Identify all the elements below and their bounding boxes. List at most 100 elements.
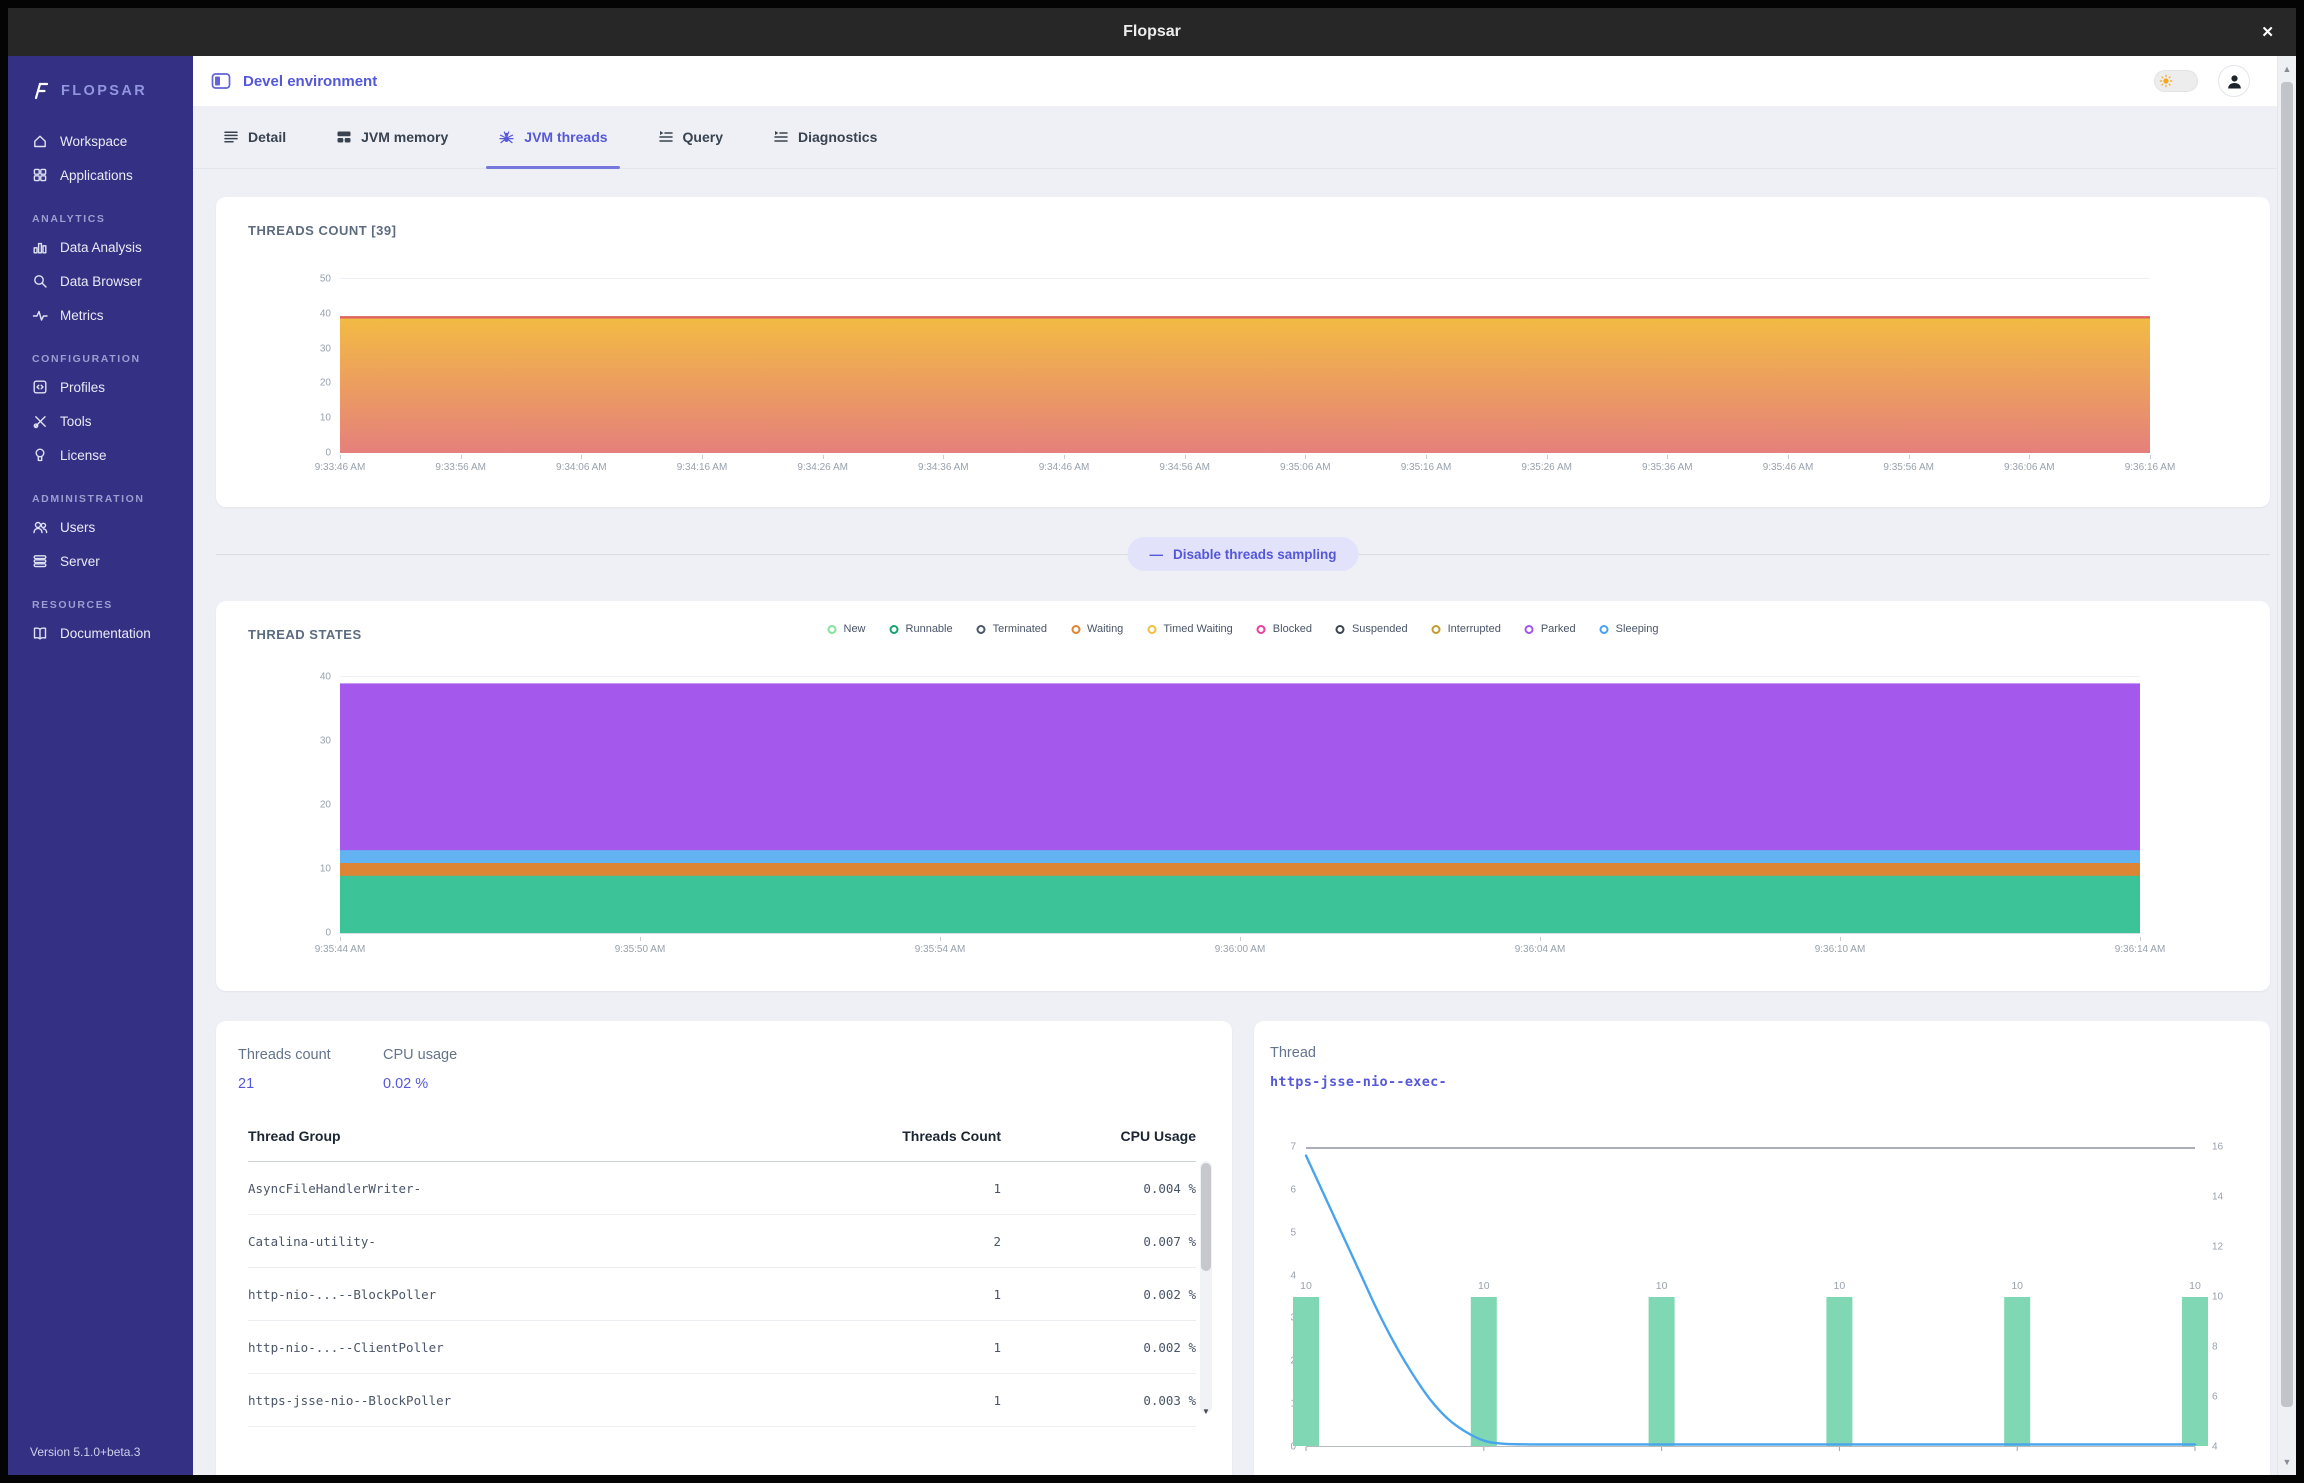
tools-icon bbox=[32, 413, 48, 429]
panel-toggle-icon[interactable] bbox=[211, 71, 231, 91]
table-scrollbar-thumb[interactable] bbox=[1201, 1163, 1211, 1271]
tab-query[interactable]: Query bbox=[658, 106, 723, 168]
diagnostics-list-icon bbox=[773, 129, 789, 145]
x-tick-label: 9:36:06 AM bbox=[2004, 462, 2055, 473]
table-row[interactable]: http-nio-...--BlockPoller 1 0.002 % bbox=[248, 1268, 1196, 1321]
legend-item-waiting[interactable]: Waiting bbox=[1071, 623, 1123, 635]
table-scroll-down-icon[interactable]: ▼ bbox=[1200, 1407, 1212, 1416]
close-icon[interactable]: ✕ bbox=[2261, 23, 2274, 41]
sidebar-item-license[interactable]: License bbox=[8, 438, 193, 472]
tab-bar: Detail JVM memory JVM threads Query Diag… bbox=[193, 106, 2296, 169]
y-tick-label: 40 bbox=[320, 308, 331, 319]
threads-count-cell: 1 bbox=[851, 1287, 1001, 1302]
tab-detail[interactable]: Detail bbox=[223, 106, 286, 168]
table-scrollbar[interactable] bbox=[1200, 1161, 1212, 1413]
thread-name[interactable]: https-jsse-nio--exec- bbox=[1270, 1074, 2270, 1090]
sidebar-item-data-browser[interactable]: Data Browser bbox=[8, 264, 193, 298]
legend-item-sleeping[interactable]: Sleeping bbox=[1600, 623, 1659, 635]
grid-icon bbox=[32, 167, 48, 183]
table-row[interactable]: http-nio-...--ClientPoller 1 0.002 % bbox=[248, 1321, 1196, 1374]
legend-item-suspended[interactable]: Suspended bbox=[1336, 623, 1408, 635]
thread-states-y-axis: 010203040 bbox=[216, 677, 333, 933]
sidebar-item-label: Tools bbox=[60, 414, 92, 429]
svg-text:10: 10 bbox=[2011, 1280, 2023, 1292]
x-tick-mark bbox=[1305, 455, 1306, 459]
legend-item-runnable[interactable]: Runnable bbox=[890, 623, 953, 635]
legend-label: Suspended bbox=[1352, 623, 1408, 635]
baseline bbox=[340, 933, 2140, 934]
y-tick-label: 20 bbox=[320, 800, 331, 811]
scroll-down-icon[interactable]: ▼ bbox=[2278, 1454, 2296, 1470]
sidebar-item-data-analysis[interactable]: Data Analysis bbox=[8, 230, 193, 264]
table-row[interactable]: https-jsse-nio--BlockPoller 1 0.003 % bbox=[248, 1374, 1196, 1427]
legend-item-parked[interactable]: Parked bbox=[1525, 623, 1576, 635]
x-tick-mark bbox=[2150, 455, 2151, 459]
sidebar-item-applications[interactable]: Applications bbox=[8, 158, 193, 192]
memory-icon bbox=[336, 129, 352, 145]
sidebar-item-users[interactable]: Users bbox=[8, 510, 193, 544]
y-tick-label: 14 bbox=[2212, 1192, 2223, 1203]
x-tick-label: 9:35:44 AM bbox=[315, 944, 366, 955]
legend-item-timed-waiting[interactable]: Timed Waiting bbox=[1147, 623, 1232, 635]
x-tick-label: 9:36:10 AM bbox=[1815, 944, 1866, 955]
threads-count-title: THREADS COUNT [39] bbox=[248, 223, 396, 238]
sidebar-item-label: Server bbox=[60, 554, 100, 569]
sidebar-item-workspace[interactable]: Workspace bbox=[8, 124, 193, 158]
x-tick-mark bbox=[1540, 937, 1541, 941]
legend-label: Runnable bbox=[906, 623, 953, 635]
theme-toggle[interactable] bbox=[2154, 70, 2198, 92]
x-tick-label: 9:34:16 AM bbox=[677, 462, 728, 473]
x-tick-label: 9:36:14 AM bbox=[2115, 944, 2166, 955]
sampling-row: — Disable threads sampling bbox=[216, 507, 2270, 601]
sidebar-item-server[interactable]: Server bbox=[8, 544, 193, 578]
sidebar-item-profiles[interactable]: Profiles bbox=[8, 370, 193, 404]
sidebar-item-documentation[interactable]: Documentation bbox=[8, 616, 193, 650]
legend-label: New bbox=[844, 623, 866, 635]
x-tick-mark bbox=[943, 455, 944, 459]
sidebar-section-configuration: CONFIGURATION bbox=[8, 332, 193, 370]
window-title: Flopsar bbox=[1123, 23, 1181, 41]
disable-threads-sampling-button[interactable]: — Disable threads sampling bbox=[1127, 537, 1358, 571]
main-area: Devel environment Detail JVM bbox=[193, 56, 2296, 1475]
x-tick-mark bbox=[1667, 455, 1668, 459]
user-avatar[interactable] bbox=[2218, 65, 2250, 97]
legend-item-terminated[interactable]: Terminated bbox=[977, 623, 1047, 635]
list-icon bbox=[223, 129, 239, 145]
sun-icon bbox=[2159, 74, 2173, 88]
cpu-usage-value: 0.02 % bbox=[383, 1076, 528, 1092]
x-tick-label: 9:35:54 AM bbox=[915, 944, 966, 955]
thread-group-cell: https-jsse-nio--BlockPoller bbox=[248, 1393, 851, 1408]
tab-jvm-threads[interactable]: JVM threads bbox=[498, 106, 607, 168]
tab-label: Detail bbox=[248, 129, 286, 145]
x-tick-label: 9:34:36 AM bbox=[918, 462, 969, 473]
table-row[interactable]: Catalina-utility- 2 0.007 % bbox=[248, 1215, 1196, 1268]
y-tick-label: 6 bbox=[1290, 1184, 1296, 1195]
sidebar-item-tools[interactable]: Tools bbox=[8, 404, 193, 438]
legend-ring bbox=[1600, 625, 1609, 634]
environment-title[interactable]: Devel environment bbox=[243, 73, 377, 90]
x-tick-label: 9:35:36 AM bbox=[1642, 462, 1693, 473]
legend-item-new[interactable]: New bbox=[828, 623, 866, 635]
x-tick-mark bbox=[702, 455, 703, 459]
tab-jvm-memory[interactable]: JVM memory bbox=[336, 106, 448, 168]
table-row[interactable]: AsyncFileHandlerWriter- 1 0.004 % bbox=[248, 1162, 1196, 1215]
thread-group-cell: http-nio-...--BlockPoller bbox=[248, 1287, 851, 1302]
threads-count-value: 21 bbox=[238, 1076, 383, 1092]
legend-item-interrupted[interactable]: Interrupted bbox=[1432, 623, 1501, 635]
scroll-up-icon[interactable]: ▲ bbox=[2278, 61, 2296, 77]
header-controls bbox=[2154, 65, 2250, 97]
sidebar-item-label: Applications bbox=[60, 168, 133, 183]
sidebar-item-metrics[interactable]: Metrics bbox=[8, 298, 193, 332]
x-tick-mark bbox=[340, 937, 341, 941]
legend-item-blocked[interactable]: Blocked bbox=[1257, 623, 1312, 635]
y-tick-label: 50 bbox=[320, 274, 331, 285]
table-header: Thread Group Threads Count CPU Usage bbox=[248, 1128, 1196, 1162]
legend-label: Blocked bbox=[1273, 623, 1312, 635]
thread-states-x-axis: 9:35:44 AM9:35:50 AM9:35:54 AM9:36:00 AM… bbox=[340, 937, 2140, 963]
tab-diagnostics[interactable]: Diagnostics bbox=[773, 106, 877, 168]
thread-group-cell: Catalina-utility- bbox=[248, 1234, 851, 1249]
x-tick-mark bbox=[461, 455, 462, 459]
main-scrollbar-thumb[interactable] bbox=[2281, 82, 2293, 1407]
x-tick-mark bbox=[581, 455, 582, 459]
main-scrollbar[interactable]: ▲ ▼ bbox=[2277, 56, 2296, 1475]
